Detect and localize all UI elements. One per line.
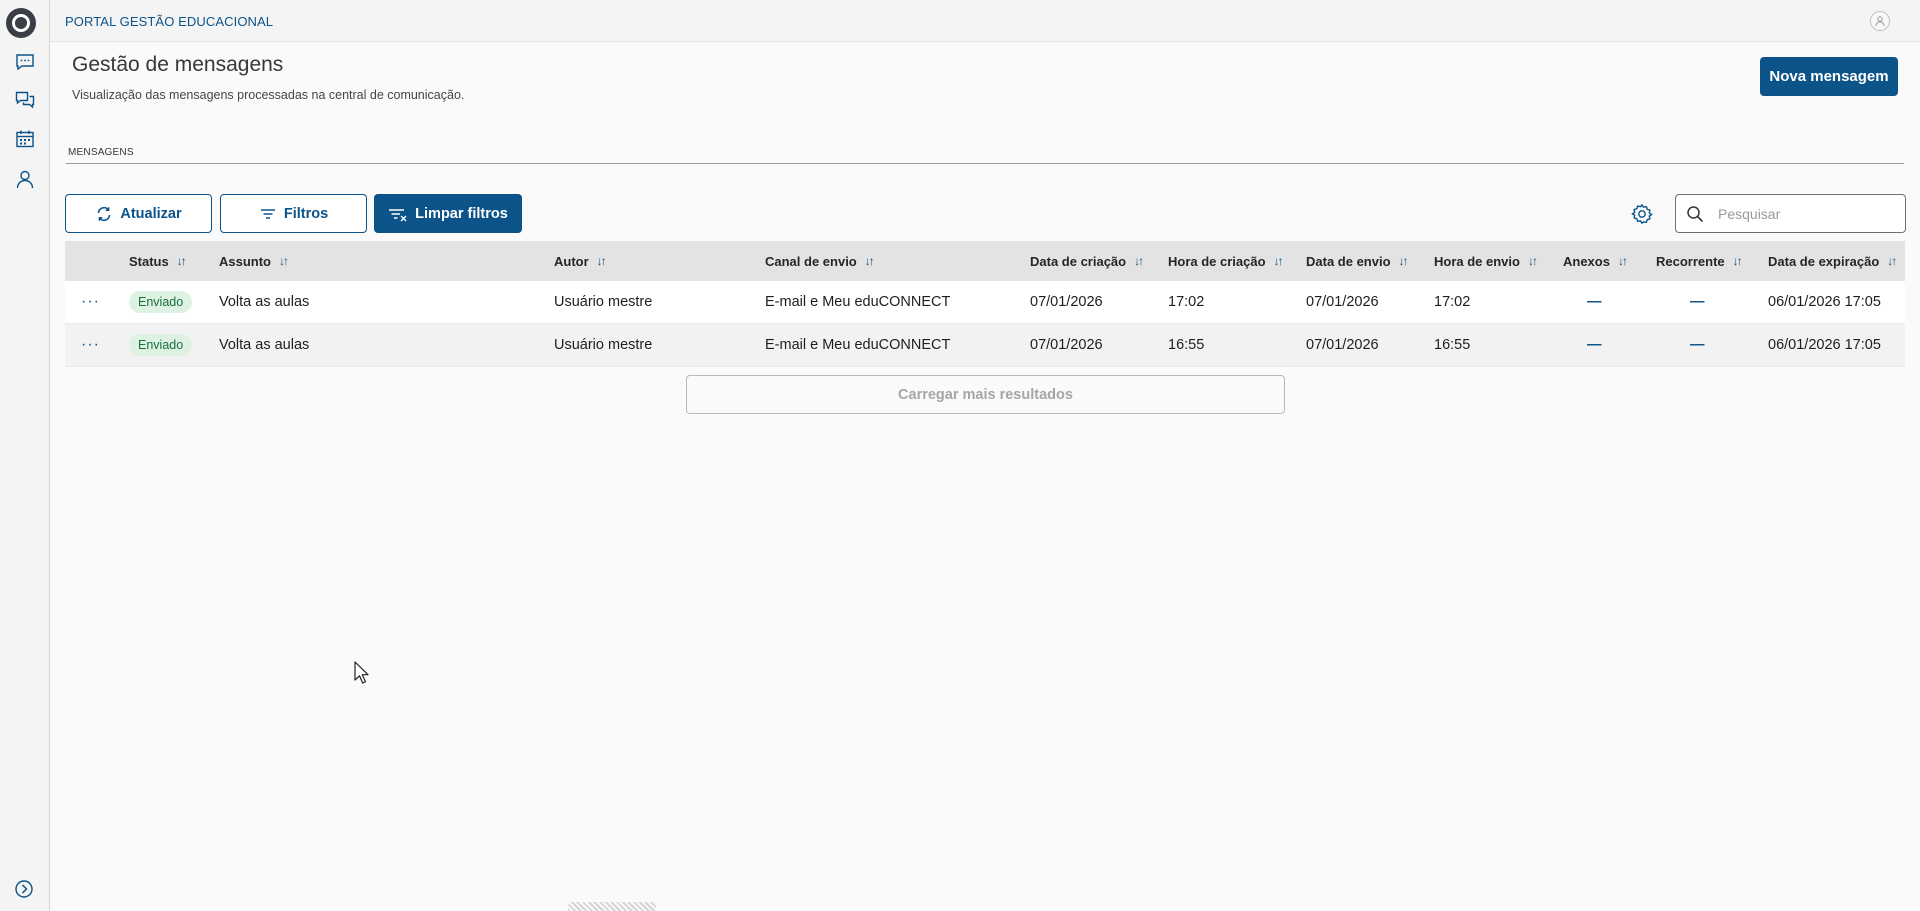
user-icon[interactable] bbox=[14, 168, 36, 190]
hora-criacao-cell: 16:55 bbox=[1168, 337, 1205, 353]
refresh-icon bbox=[98, 206, 111, 221]
app-title[interactable]: PORTAL GESTÃO EDUCACIONAL bbox=[65, 14, 273, 29]
hora-envio-cell: 17:02 bbox=[1434, 294, 1471, 310]
messages-icon[interactable] bbox=[14, 51, 36, 73]
filters-button[interactable]: Filtros bbox=[220, 194, 367, 233]
status-cell: Enviado bbox=[129, 324, 193, 366]
column-header-data-expiracao[interactable]: Data de expiração ↓↑ bbox=[1768, 241, 1897, 281]
resize-handle[interactable] bbox=[568, 902, 656, 911]
row-actions-menu[interactable]: ··· bbox=[81, 324, 100, 366]
canal-cell: E-mail e Meu eduCONNECT bbox=[765, 294, 951, 310]
sort-icon: ↓↑ bbox=[1732, 254, 1743, 268]
messages-table: Status ↓↑ Assunto ↓↑ Autor ↓↑ Canal de envi… bbox=[65, 241, 1905, 367]
search-icon bbox=[1676, 205, 1714, 223]
calendar-icon[interactable] bbox=[14, 128, 36, 150]
clear-filter-icon bbox=[389, 208, 407, 221]
column-header-anexos[interactable]: Anexos ↓↑ bbox=[1563, 241, 1628, 281]
more-options-icon: ··· bbox=[81, 293, 100, 310]
chat-icon[interactable] bbox=[14, 89, 36, 111]
sort-icon: ↓↑ bbox=[864, 254, 875, 268]
sort-icon: ↓↑ bbox=[279, 254, 289, 268]
filters-button-label: Filtros bbox=[283, 205, 329, 222]
settings-gear-icon[interactable] bbox=[1630, 202, 1654, 226]
more-options-icon: ··· bbox=[81, 336, 100, 353]
expand-sidebar-icon[interactable] bbox=[14, 879, 36, 901]
assunto-cell: Volta as aulas bbox=[219, 337, 310, 353]
column-header-data-criacao[interactable]: Data de criação ↓↑ bbox=[1030, 241, 1144, 281]
search-field[interactable] bbox=[1675, 194, 1906, 233]
top-bar: PORTAL GESTÃO EDUCACIONAL bbox=[50, 0, 1920, 42]
tab-mensagens[interactable]: MENSAGENS bbox=[68, 147, 134, 158]
sort-icon: ↓↑ bbox=[1617, 254, 1628, 268]
sort-icon: ↓↑ bbox=[1273, 254, 1284, 268]
data-envio-cell: 07/01/2026 bbox=[1306, 337, 1379, 353]
hora-criacao-cell: 17:02 bbox=[1168, 294, 1205, 310]
column-header-recorrente[interactable]: Recorrente ↓↑ bbox=[1656, 241, 1743, 281]
table-row[interactable]: ··· Enviado Volta as aulas Usuário mestr… bbox=[65, 324, 1905, 367]
tab-divider bbox=[66, 163, 1904, 164]
refresh-button[interactable]: Atualizar bbox=[65, 194, 212, 233]
sort-icon: ↓↑ bbox=[1527, 254, 1538, 268]
refresh-button-label: Atualizar bbox=[120, 205, 182, 222]
column-header-hora-criacao[interactable]: Hora de criação ↓↑ bbox=[1168, 241, 1284, 281]
sort-icon: ↓↑ bbox=[1398, 254, 1409, 268]
column-header-assunto[interactable]: Assunto ↓↑ bbox=[219, 241, 289, 281]
mouse-cursor-icon bbox=[354, 661, 370, 690]
status-badge: Enviado bbox=[129, 291, 193, 313]
column-header-canal[interactable]: Canal de envio ↓↑ bbox=[765, 241, 875, 281]
sort-icon: ↓↑ bbox=[596, 254, 607, 268]
clear-filters-button[interactable]: Limpar filtros bbox=[374, 194, 522, 233]
load-more-button[interactable]: Carregar mais resultados bbox=[686, 375, 1285, 414]
data-criacao-cell: 07/01/2026 bbox=[1030, 337, 1103, 353]
table-header: Status ↓↑ Assunto ↓↑ Autor ↓↑ Canal de envi… bbox=[65, 241, 1905, 281]
canal-cell: E-mail e Meu eduCONNECT bbox=[765, 337, 951, 353]
logo-icon[interactable] bbox=[6, 8, 36, 38]
status-cell: Enviado bbox=[129, 281, 193, 323]
sort-icon: ↓↑ bbox=[1887, 254, 1897, 268]
autor-cell: Usuário mestre bbox=[554, 294, 653, 310]
filter-icon bbox=[260, 208, 275, 219]
recorrente-cell: — bbox=[1690, 294, 1705, 310]
sort-icon: ↓↑ bbox=[1134, 254, 1144, 268]
sort-icon: ↓↑ bbox=[176, 254, 187, 268]
data-envio-cell: 07/01/2026 bbox=[1306, 294, 1379, 310]
data-expiracao-cell: 06/01/2026 17:05 bbox=[1768, 337, 1881, 353]
assunto-cell: Volta as aulas bbox=[219, 294, 310, 310]
data-expiracao-cell: 06/01/2026 17:05 bbox=[1768, 294, 1881, 310]
autor-cell: Usuário mestre bbox=[554, 337, 653, 353]
clear-filters-button-label: Limpar filtros bbox=[415, 205, 508, 222]
column-header-hora-envio[interactable]: Hora de envio ↓↑ bbox=[1434, 241, 1538, 281]
profile-icon[interactable] bbox=[1870, 11, 1890, 31]
search-input[interactable] bbox=[1714, 195, 1905, 232]
status-badge: Enviado bbox=[129, 334, 193, 356]
new-message-button[interactable]: Nova mensagem bbox=[1760, 57, 1898, 96]
data-criacao-cell: 07/01/2026 bbox=[1030, 294, 1103, 310]
table-row[interactable]: ··· Enviado Volta as aulas Usuário mestr… bbox=[65, 281, 1905, 324]
anexos-cell: — bbox=[1587, 337, 1602, 353]
recorrente-cell: — bbox=[1690, 337, 1705, 353]
hora-envio-cell: 16:55 bbox=[1434, 337, 1471, 353]
anexos-cell: — bbox=[1587, 294, 1602, 310]
column-header-status[interactable]: Status ↓↑ bbox=[129, 241, 187, 281]
page-subtitle: Visualização das mensagens processadas n… bbox=[72, 88, 465, 102]
sidebar bbox=[0, 0, 50, 911]
row-actions-menu[interactable]: ··· bbox=[81, 281, 100, 323]
column-header-autor[interactable]: Autor ↓↑ bbox=[554, 241, 607, 281]
column-header-data-envio[interactable]: Data de envio ↓↑ bbox=[1306, 241, 1409, 281]
page-title: Gestão de mensagens bbox=[72, 53, 284, 76]
